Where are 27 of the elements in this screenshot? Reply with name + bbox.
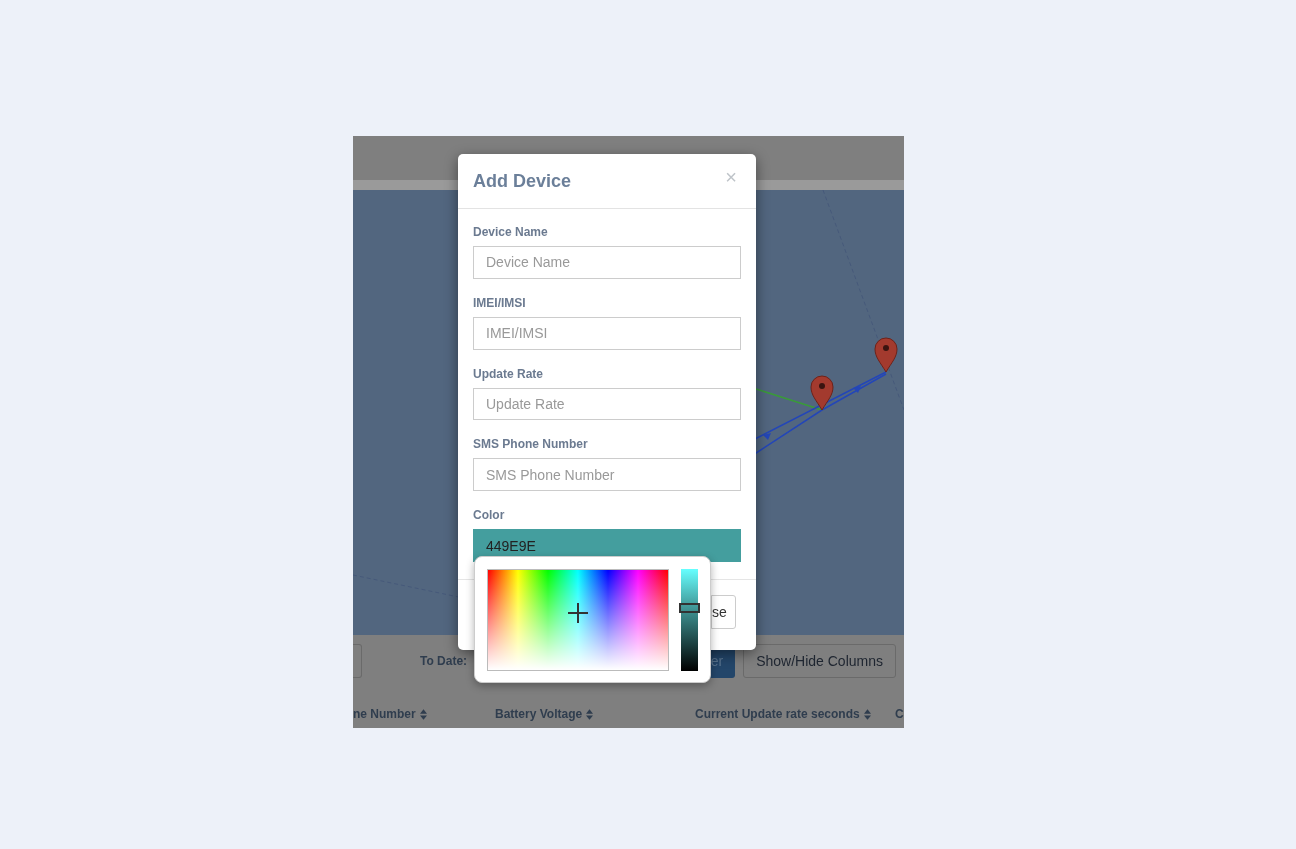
sort-icon xyxy=(863,708,871,720)
column-header[interactable]: Current Update rate seconds xyxy=(695,707,895,721)
field-label: IMEI/IMSI xyxy=(473,295,527,310)
field-label: Update Rate xyxy=(473,366,544,381)
column-header[interactable]: ne Number xyxy=(353,707,495,721)
input-field[interactable]: SMS Phone Number xyxy=(473,458,741,492)
close-button[interactable]: se xyxy=(711,595,736,629)
date-field[interactable] xyxy=(353,644,362,678)
input-field[interactable]: IMEI/IMSI xyxy=(473,316,741,350)
field-label: Color xyxy=(473,508,506,523)
close-button[interactable]: × xyxy=(721,165,741,189)
color-field[interactable]: 449E9E xyxy=(473,529,741,562)
column-header[interactable]: Battery Voltage xyxy=(495,707,695,721)
column-header[interactable]: C xyxy=(895,707,904,721)
dialog-title: Add Device xyxy=(473,170,572,192)
color-area[interactable] xyxy=(487,569,669,671)
date-label: To Date: xyxy=(420,654,468,668)
crosshair-icon xyxy=(568,603,588,623)
field-label: Device Name xyxy=(473,225,549,239)
columns-button[interactable]: Show/Hide Columns xyxy=(743,644,896,678)
input-field[interactable]: Device Name xyxy=(473,246,741,279)
input-field[interactable]: Update Rate xyxy=(473,387,741,421)
sort-icon xyxy=(419,708,427,720)
field-label: SMS Phone Number xyxy=(473,437,589,452)
sort-icon xyxy=(586,708,594,720)
brightness-slider[interactable] xyxy=(681,569,698,671)
slider-thumb[interactable] xyxy=(679,602,700,613)
